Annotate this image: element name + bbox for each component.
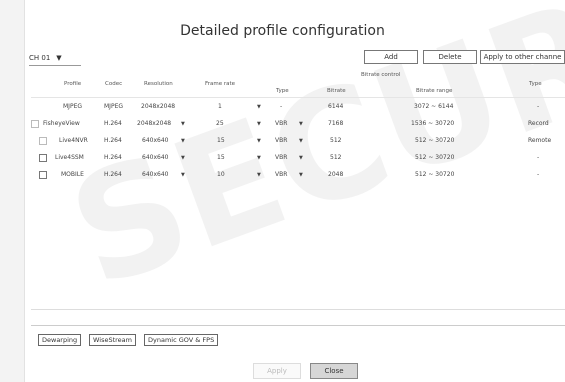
bitrate-value[interactable]: 512 [330, 151, 341, 165]
resolution-value[interactable]: 640x640 [142, 134, 168, 148]
table-row[interactable]: MOBILE H.264 640x640 ▼ 10 ▼ VBR ▼ 2048 5… [31, 168, 565, 182]
codec-value: H.264 [104, 154, 122, 161]
chevron-down-icon[interactable]: ▼ [181, 151, 185, 165]
chevron-down-icon[interactable]: ▼ [299, 168, 303, 182]
table-row[interactable]: Live4SSM H.264 640x640 ▼ 15 ▼ VBR ▼ 512 … [31, 151, 565, 165]
chevron-down-icon[interactable]: ▼ [181, 117, 185, 131]
frame-rate-value[interactable]: 1 [218, 100, 222, 114]
profile-name: Live4SSM [55, 154, 84, 161]
bitrate-range-value: 3072 ~ 6144 [414, 103, 454, 110]
channel-select[interactable]: CH 01 ▼ [29, 51, 81, 66]
profile-name: FisheyeView [43, 120, 80, 127]
bitrate-range-value: 512 ~ 30720 [415, 171, 455, 178]
dialog-window: SECURE Detailed profile configuration CH… [0, 0, 565, 382]
stream-type-value: - [537, 171, 540, 178]
resolution-value[interactable]: 640x640 [142, 168, 168, 182]
apply-button[interactable]: Apply [253, 363, 301, 379]
header-bitrate: Bitrate [327, 88, 346, 94]
table-row[interactable]: FisheyeView H.264 2048x2048 ▼ 25 ▼ VBR ▼… [31, 117, 565, 131]
stream-type-value: - [537, 103, 540, 110]
codec-value: H.264 [104, 120, 122, 127]
frame-rate-value[interactable]: 15 [217, 134, 225, 148]
dialog-title: Detailed profile configuration [180, 23, 385, 39]
stream-type-value: - [537, 154, 540, 161]
codec-value: MJPEG [104, 103, 124, 110]
header-frame-rate: Frame rate [205, 81, 236, 87]
resolution-value[interactable]: 2048x2048 [137, 117, 171, 131]
bitrate-type-value[interactable]: VBR [275, 151, 287, 165]
row-checkbox[interactable] [31, 120, 39, 128]
table-bottom-divider [31, 309, 565, 310]
section-divider [31, 325, 565, 326]
chevron-down-icon[interactable]: ▼ [299, 151, 303, 165]
profile-name: Live4NVR [59, 137, 88, 144]
row-checkbox[interactable] [39, 154, 47, 162]
add-button[interactable]: Add [364, 50, 418, 64]
dewarping-button[interactable]: Dewarping [38, 334, 82, 346]
bitrate-range-value: 512 ~ 30720 [415, 137, 455, 144]
header-resolution: Resolution [144, 81, 173, 87]
bitrate-type-value[interactable]: VBR [275, 117, 287, 131]
bitrate-type-value[interactable]: VBR [275, 134, 287, 148]
chevron-down-icon: ▼ [56, 54, 62, 62]
delete-button[interactable]: Delete [423, 50, 477, 64]
header-bitrate-control: Bitrate control [361, 72, 401, 78]
chevron-down-icon[interactable]: ▼ [181, 168, 185, 182]
codec-value: H.264 [104, 137, 122, 144]
wisestream-button[interactable]: WiseStream [89, 334, 136, 346]
chevron-down-icon[interactable]: ▼ [299, 117, 303, 131]
bitrate-range-value: 1536 ~ 30720 [411, 120, 455, 127]
chevron-down-icon[interactable]: ▼ [257, 168, 261, 182]
frame-rate-value[interactable]: 15 [217, 151, 225, 165]
table-row[interactable]: Live4NVR H.264 640x640 ▼ 15 ▼ VBR ▼ 512 … [31, 134, 565, 148]
header-stream-type: Type [529, 81, 542, 87]
header-divider [31, 97, 565, 98]
close-button[interactable]: Close [310, 363, 358, 379]
profile-name: MOBILE [61, 171, 84, 178]
bitrate-value[interactable]: 512 [330, 134, 341, 148]
chevron-down-icon[interactable]: ▼ [257, 134, 261, 148]
chevron-down-icon[interactable]: ▼ [299, 134, 303, 148]
bitrate-value[interactable]: 2048 [328, 168, 343, 182]
channel-value: CH 01 [29, 54, 51, 62]
dynamic-gov-fps-button[interactable]: Dynamic GOV & FPS [144, 334, 219, 346]
chevron-down-icon[interactable]: ▼ [181, 134, 185, 148]
table-row[interactable]: MJPEG MJPEG 2048x2048 1 ▼ - 6144 3072 ~ … [31, 100, 565, 114]
profile-name: MJPEG [63, 103, 83, 110]
row-checkbox[interactable] [39, 137, 47, 145]
bitrate-value[interactable]: 6144 [328, 100, 343, 114]
stream-type-value: Remote [528, 137, 552, 144]
chevron-down-icon[interactable]: ▼ [257, 100, 261, 114]
bitrate-type-value[interactable]: VBR [275, 168, 287, 182]
resolution-select[interactable]: 2048x2048 [141, 100, 175, 114]
header-profile: Profile [64, 81, 82, 87]
codec-value: H.264 [104, 171, 122, 178]
header-codec: Codec [105, 81, 123, 87]
chevron-down-icon[interactable]: ▼ [257, 117, 261, 131]
resolution-value[interactable]: 640x640 [142, 151, 168, 165]
header-type: Type [276, 88, 289, 94]
frame-rate-value[interactable]: 25 [216, 117, 224, 131]
header-bitrate-range: Bitrate range [416, 88, 453, 94]
bitrate-type-value: - [280, 103, 283, 110]
bitrate-value[interactable]: 7168 [328, 117, 343, 131]
bitrate-range-value: 512 ~ 30720 [415, 154, 455, 161]
frame-rate-value[interactable]: 10 [217, 168, 225, 182]
chevron-down-icon[interactable]: ▼ [257, 151, 261, 165]
row-checkbox[interactable] [39, 171, 47, 179]
apply-to-other-channels-button[interactable]: Apply to other channe [480, 50, 565, 64]
left-panel-edge [0, 0, 25, 382]
stream-type-value: Record [528, 120, 549, 127]
